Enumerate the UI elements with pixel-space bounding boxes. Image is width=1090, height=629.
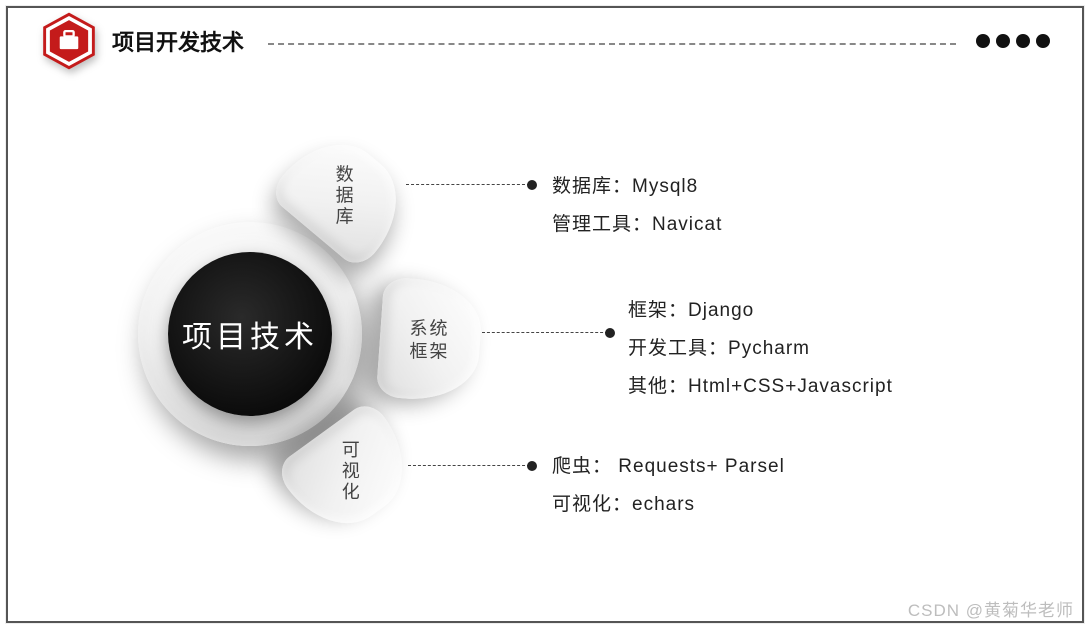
leader-database: [406, 184, 530, 185]
petal-framework: 系统 框架: [376, 277, 484, 404]
details-framework: 框架：Django 开发工具：Pycharm 其他：Html+CSS+Javas…: [628, 292, 893, 406]
center-label: 项目技术: [182, 312, 318, 356]
petal-database-label: 数据库: [331, 165, 357, 228]
petal-visual-label: 可视化: [337, 441, 363, 504]
details-database: 数据库：Mysql8 管理工具：Navicat: [552, 168, 722, 244]
petal-framework-label: 系统 框架: [410, 318, 450, 363]
details-visual: 爬虫： Requests+ Parsel 可视化：echars: [552, 448, 785, 524]
watermark: CSDN @黄菊华老师: [908, 596, 1074, 621]
leader-visual: [408, 465, 530, 466]
leader-framework: [482, 332, 608, 333]
center-core: 项目技术: [168, 252, 332, 416]
center-ring: 项目技术: [138, 222, 362, 446]
diagram-stage: 项目技术 数据库 系统 框架 可视化 数据库：Mysql8 管理工具：Navic…: [0, 0, 1090, 629]
